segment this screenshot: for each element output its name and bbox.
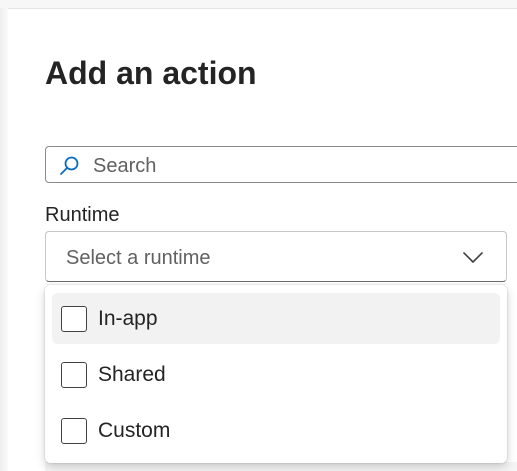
background-strip — [45, 462, 517, 471]
option-label: In-app — [98, 307, 158, 330]
runtime-select[interactable]: Select a runtime — [45, 231, 507, 282]
checkbox-shared[interactable] — [61, 362, 87, 388]
top-strip — [0, 0, 517, 9]
panel-title: Add an action — [45, 55, 257, 91]
chevron-down-icon — [463, 252, 483, 263]
runtime-label: Runtime — [45, 204, 120, 226]
checkbox-in-app[interactable] — [61, 306, 87, 332]
runtime-dropdown-list: In-app Shared Custom — [45, 285, 507, 463]
search-icon — [60, 156, 79, 175]
option-shared[interactable]: Shared — [52, 349, 500, 400]
option-label: Custom — [98, 419, 171, 442]
option-in-app[interactable]: In-app — [52, 293, 500, 344]
runtime-select-placeholder: Select a runtime — [66, 247, 211, 269]
search-placeholder: Search — [93, 155, 157, 177]
panel-edge-shadow — [0, 8, 8, 471]
option-custom[interactable]: Custom — [52, 405, 500, 456]
checkbox-custom[interactable] — [61, 418, 87, 444]
option-label: Shared — [98, 363, 166, 386]
search-input[interactable]: Search — [45, 146, 517, 183]
